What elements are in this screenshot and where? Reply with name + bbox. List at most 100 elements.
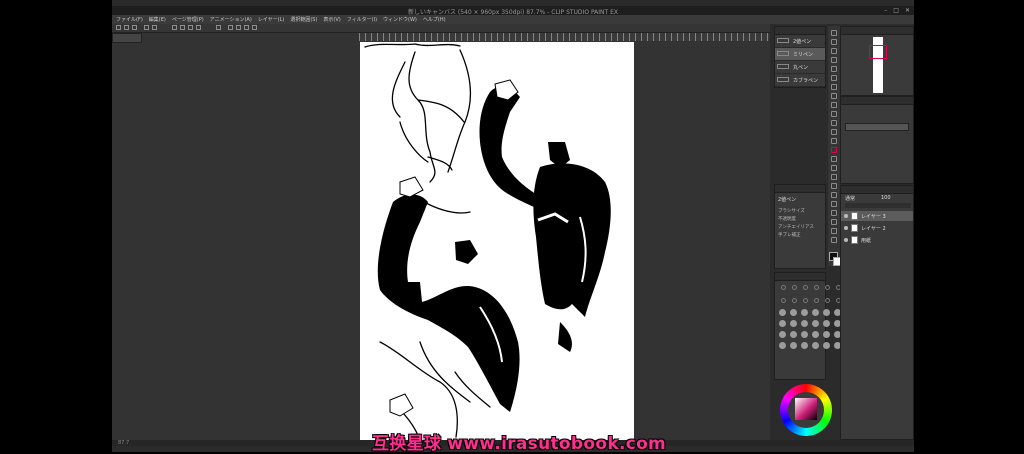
- property-row[interactable]: ブラシサイズ: [778, 208, 822, 216]
- zoom-tool-icon[interactable]: [831, 30, 837, 36]
- eraser-tool-icon[interactable]: [831, 138, 837, 144]
- blend-tool-icon[interactable]: [831, 147, 837, 153]
- invert-selection-icon[interactable]: [244, 25, 249, 30]
- layer-opacity[interactable]: 100: [881, 195, 891, 201]
- decoration-tool-icon[interactable]: [831, 129, 837, 135]
- clear-icon[interactable]: [172, 25, 177, 30]
- color-wheel[interactable]: [780, 384, 832, 436]
- property-row[interactable]: 手ブレ補正: [778, 232, 822, 240]
- menu-file[interactable]: ファイル(F): [116, 16, 143, 23]
- menu-view[interactable]: 表示(V): [323, 16, 340, 23]
- brush-size-swatch[interactable]: [779, 342, 786, 349]
- brush-size-swatch[interactable]: [781, 298, 786, 303]
- subtool-item[interactable]: ミリペン: [775, 48, 825, 61]
- brush-size-swatch[interactable]: [801, 320, 808, 327]
- brush-size-swatch[interactable]: [823, 342, 830, 349]
- brush-size-swatch[interactable]: [823, 320, 830, 327]
- brush-size-swatch[interactable]: [792, 285, 797, 290]
- gradient-tool-icon[interactable]: [831, 165, 837, 171]
- brush-size-swatch[interactable]: [803, 298, 808, 303]
- brush-size-swatch[interactable]: [792, 298, 797, 303]
- snap-icon[interactable]: [252, 25, 257, 30]
- deselect-icon[interactable]: [236, 25, 241, 30]
- subtool-item[interactable]: 2値ペン: [775, 35, 825, 48]
- brush-size-swatch[interactable]: [801, 331, 808, 338]
- brush-size-swatch[interactable]: [790, 320, 797, 327]
- menu-window[interactable]: ウィンドウ(W): [383, 16, 417, 23]
- save-icon[interactable]: [132, 25, 137, 30]
- eye-icon[interactable]: [844, 238, 848, 242]
- brush-size-swatch[interactable]: [790, 342, 797, 349]
- move-tool-icon[interactable]: [831, 57, 837, 63]
- blend-mode-select[interactable]: 通常: [845, 195, 855, 202]
- brush-size-swatch[interactable]: [814, 298, 819, 303]
- redo-icon[interactable]: [152, 25, 157, 30]
- paste-icon[interactable]: [196, 25, 201, 30]
- cut-icon[interactable]: [180, 25, 185, 30]
- brush-size-swatch[interactable]: [825, 285, 830, 290]
- figure-tool-icon[interactable]: [831, 174, 837, 180]
- correction-tool-icon[interactable]: [831, 228, 837, 234]
- effect-bar[interactable]: [845, 123, 909, 131]
- ruler-tool-icon[interactable]: [831, 192, 837, 198]
- auto-select-tool-icon[interactable]: [831, 75, 837, 81]
- drawing-paper[interactable]: [360, 42, 634, 440]
- brush-size-swatch[interactable]: [812, 342, 819, 349]
- brush-size-swatch[interactable]: [779, 320, 786, 327]
- brush-size-swatch[interactable]: [812, 320, 819, 327]
- navigator-view-frame[interactable]: [869, 45, 887, 59]
- brush-size-swatch[interactable]: [779, 309, 786, 316]
- subtool-item[interactable]: カブラペン: [775, 74, 825, 87]
- eye-icon[interactable]: [844, 226, 848, 230]
- layer-row[interactable]: 用紙: [841, 235, 913, 245]
- minimize-icon[interactable]: –: [884, 7, 887, 14]
- brush-size-swatch[interactable]: [812, 309, 819, 316]
- brush-size-swatch[interactable]: [823, 331, 830, 338]
- close-icon[interactable]: ✕: [905, 7, 910, 14]
- layer-row[interactable]: レイヤー 3: [841, 211, 913, 221]
- brush-size-swatch[interactable]: [823, 309, 830, 316]
- frame-tool-icon[interactable]: [831, 183, 837, 189]
- new-file-icon[interactable]: [116, 25, 121, 30]
- menu-layer[interactable]: レイヤー(L): [258, 16, 285, 23]
- pen-tool-icon[interactable]: [831, 93, 837, 99]
- brush-size-swatch[interactable]: [801, 342, 808, 349]
- brush-size-swatch[interactable]: [779, 331, 786, 338]
- eyedropper-tool-icon[interactable]: [831, 84, 837, 90]
- selection-tool-icon[interactable]: [831, 66, 837, 72]
- menu-help[interactable]: ヘルプ(H): [423, 16, 446, 23]
- color-picker-square[interactable]: [795, 398, 817, 420]
- maximize-icon[interactable]: □: [893, 7, 899, 14]
- eye-icon[interactable]: [844, 214, 848, 218]
- fill-icon[interactable]: [216, 25, 221, 30]
- subtool-item[interactable]: 丸ペン: [775, 61, 825, 74]
- transform-icon[interactable]: [228, 25, 233, 30]
- brush-size-swatch[interactable]: [825, 298, 830, 303]
- balloon-tool-icon[interactable]: [831, 210, 837, 216]
- pencil-tool-icon[interactable]: [831, 102, 837, 108]
- canvas-tab[interactable]: [112, 33, 142, 43]
- brush-size-swatch[interactable]: [790, 331, 797, 338]
- property-row[interactable]: 不透明度: [778, 216, 822, 224]
- menu-page[interactable]: ページ管理(P): [172, 16, 204, 23]
- hand-tool-icon[interactable]: [831, 39, 837, 45]
- open-file-icon[interactable]: [124, 25, 129, 30]
- zoom-value[interactable]: 87.7: [118, 440, 129, 446]
- line-correction-tool-icon[interactable]: [831, 219, 837, 225]
- brush-size-swatch[interactable]: [781, 285, 786, 290]
- menu-animation[interactable]: アニメーション(A): [210, 16, 252, 23]
- menu-selection[interactable]: 選択範囲(S): [290, 16, 317, 23]
- brush-size-swatch[interactable]: [814, 285, 819, 290]
- undo-icon[interactable]: [144, 25, 149, 30]
- brush-size-swatch[interactable]: [801, 309, 808, 316]
- brush-tool-icon[interactable]: [831, 111, 837, 117]
- brush-size-swatch[interactable]: [803, 285, 808, 290]
- airbrush-tool-icon[interactable]: [831, 120, 837, 126]
- menu-edit[interactable]: 編集(E): [149, 16, 166, 23]
- menu-filter[interactable]: フィルター(I): [347, 16, 377, 23]
- operation-tool-icon[interactable]: [831, 48, 837, 54]
- brush-size-swatch[interactable]: [790, 309, 797, 316]
- 3d-tool-icon[interactable]: [831, 237, 837, 243]
- layer-row[interactable]: レイヤー 2: [841, 223, 913, 233]
- brush-size-swatch[interactable]: [812, 331, 819, 338]
